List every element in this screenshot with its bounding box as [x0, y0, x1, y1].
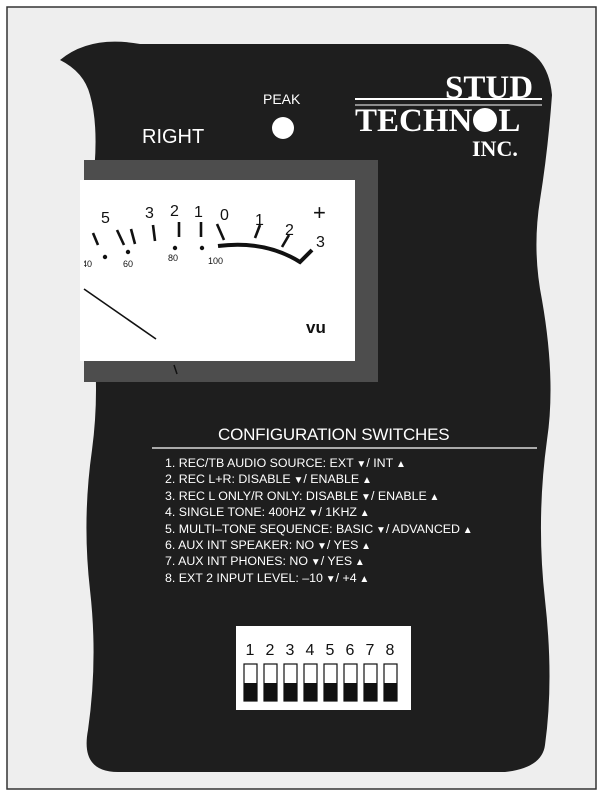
config-item: 5. MULTI–TONE SEQUENCE: BASIC ▼/ ADVANCE… [165, 521, 473, 537]
peak-label: PEAK [263, 91, 301, 107]
config-item: 7. AUX INT PHONES: NO ▼/ YES ▲ [165, 553, 473, 569]
logo-line-3: INC. [472, 136, 518, 161]
percent-scale-label: 40 [84, 259, 92, 269]
db-scale-label: 2 [170, 203, 179, 220]
triangle-up-icon: ▲ [460, 524, 473, 536]
dip-switch-number: 4 [306, 642, 315, 659]
config-item-text: 6. AUX INT SPEAKER: NO [165, 537, 315, 552]
logo-line-2: TECHN L [355, 105, 533, 138]
dip-switch-number: 5 [326, 642, 335, 659]
logo-line-2-text: TECHN [355, 103, 473, 139]
dip-switch-number: 2 [266, 642, 275, 659]
dip-switch-actuator [244, 683, 257, 701]
config-item: 4. SINGLE TONE: 400HZ ▼/ 1KHZ ▲ [165, 504, 473, 520]
dip-switch-actuator [324, 683, 337, 701]
triangle-down-icon: ▼ [373, 524, 386, 536]
config-item-text: 2. REC L+R: DISABLE [165, 472, 291, 487]
triangle-up-icon: ▲ [356, 508, 370, 520]
config-item-alt: / ADVANCED [385, 521, 460, 536]
dip-switch-actuator [284, 683, 297, 701]
config-item-alt: / YES [320, 554, 353, 569]
db-scale-label: 3 [316, 234, 325, 251]
triangle-up-icon: ▲ [358, 540, 372, 552]
db-scale-label: 2 [285, 222, 294, 239]
config-item-text: 3. REC L ONLY/R ONLY: DISABLE [165, 488, 359, 503]
percent-scale-label: 100 [208, 256, 224, 266]
dip-switch-number: 1 [246, 642, 255, 659]
dip-switch-actuator [304, 683, 317, 701]
db-scale-label: 3 [145, 205, 154, 222]
triangle-down-icon: ▼ [322, 573, 336, 585]
dip-switch-actuator [264, 683, 277, 701]
db-scale-label: 1 [194, 204, 203, 221]
config-item-alt: / 1KHZ [318, 505, 357, 520]
triangle-down-icon: ▼ [290, 475, 304, 487]
dip-switch-number: 3 [286, 642, 295, 659]
percent-scale-label: 60 [123, 259, 134, 269]
db-scale-label: 1 [255, 212, 264, 229]
scale-dot [102, 254, 108, 260]
dip-switch-number: 6 [346, 642, 355, 659]
config-item-text: 7. AUX INT PHONES: NO [165, 554, 308, 569]
config-item-alt: / INT [366, 456, 394, 470]
triangle-up-icon: ▲ [426, 491, 440, 503]
dip-switch-actuator [384, 683, 397, 701]
logo-o-emblem [473, 108, 498, 132]
triangle-down-icon: ▼ [305, 508, 319, 520]
config-item: 1. REC/TB AUDIO SOURCE: EXT ▼/ INT ▲ [165, 455, 473, 471]
config-item: 3. REC L ONLY/R ONLY: DISABLE ▼/ ENABLE … [165, 488, 473, 504]
vu-unit-label: VU [306, 318, 326, 337]
config-item: 6. AUX INT SPEAKER: NO ▼/ YES ▲ [165, 537, 473, 553]
config-item: 8. EXT 2 INPUT LEVEL: –10 ▼/ +4 ▲ [165, 570, 473, 586]
dip-switch-actuator [344, 683, 357, 701]
triangle-down-icon: ▼ [353, 459, 367, 470]
plus-sign-label: + [313, 200, 326, 225]
dip-switch-number: 8 [386, 642, 395, 659]
peak-lamp [272, 117, 294, 139]
triangle-up-icon: ▲ [359, 475, 372, 487]
config-title: CONFIGURATION SWITCHES [218, 425, 450, 444]
config-item-text: 1. REC/TB AUDIO SOURCE: EXT [165, 456, 354, 470]
db-scale-label: 5 [101, 210, 110, 227]
scale-dot [125, 249, 131, 255]
triangle-down-icon: ▼ [358, 491, 371, 503]
config-item-text: 8. EXT 2 INPUT LEVEL: –10 [165, 570, 323, 585]
config-list: 1. REC/TB AUDIO SOURCE: EXT ▼/ INT ▲ 2. R… [165, 455, 473, 586]
triangle-up-icon: ▲ [352, 557, 365, 569]
triangle-up-icon: ▲ [393, 459, 406, 470]
logo-line-2-tail: L [498, 103, 521, 139]
config-item-alt: / YES [326, 537, 359, 552]
dip-switch-number: 7 [366, 642, 375, 659]
config-item-text: 5. MULTI–TONE SEQUENCE: BASIC [165, 521, 374, 536]
studio-technologies-logo: STUD TECHN L INC. [355, 72, 533, 160]
config-item-alt: / ENABLE [370, 488, 427, 503]
db-scale-label: 0 [220, 207, 229, 224]
config-item-alt: / ENABLE [303, 472, 360, 487]
triangle-down-icon: ▼ [314, 540, 327, 552]
scale-dot [172, 245, 178, 251]
config-item: 2. REC L+R: DISABLE ▼/ ENABLE ▲ [165, 471, 473, 487]
config-item-text: 4. SINGLE TONE: 400HZ [165, 505, 306, 520]
channel-label-right: RIGHT [142, 126, 205, 148]
percent-scale-label: 80 [168, 253, 179, 263]
triangle-down-icon: ▼ [308, 557, 321, 569]
config-item-alt: / +4 [335, 570, 357, 585]
dip-switch-actuator [364, 683, 377, 701]
triangle-up-icon: ▲ [356, 573, 370, 585]
meter-face-edge [80, 180, 84, 361]
diagram-stage: 12345678 RIGHT PEAK STUD TECHN L INC. 532… [0, 0, 603, 796]
scale-dot [199, 245, 205, 251]
logo-line-1: STUD [445, 70, 534, 106]
